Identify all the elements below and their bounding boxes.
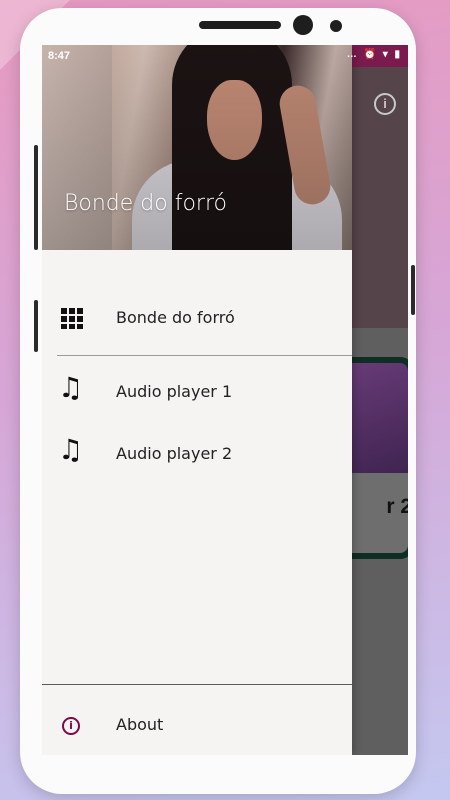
drawer-item-audio-player-1[interactable]: ♫ Audio player 1 (42, 362, 352, 422)
drawer-footer-divider (42, 684, 352, 685)
music-note-icon: ♫ (58, 433, 84, 466)
phone-side-button (34, 300, 38, 352)
drawer-header: Bonde do forró (42, 45, 352, 250)
phone-speaker (199, 21, 281, 29)
phone-volume-button (34, 145, 38, 250)
drawer-item-about[interactable]: i About (42, 695, 352, 755)
phone-front-camera (293, 15, 313, 35)
drawer-item-audio-player-2[interactable]: ♫ Audio player 2 (42, 424, 352, 484)
drawer-divider (57, 355, 352, 356)
drawer-item-label: Audio player 1 (116, 382, 233, 401)
phone-power-button (411, 265, 415, 315)
status-icons: … ⏰ ▾ ▮ (346, 49, 402, 60)
status-bar: 8:47 … ⏰ ▾ ▮ (42, 45, 408, 67)
drawer-header-title: Bonde do forró (64, 191, 227, 216)
drawer-item-label: About (116, 715, 164, 734)
status-time: 8:47 (48, 50, 71, 62)
music-note-icon: ♫ (58, 371, 84, 404)
drawer-item-bonde-do-forro[interactable]: Bonde do forró (42, 288, 352, 348)
header-photo-shade (42, 45, 352, 250)
navigation-drawer: Bonde do forró 8:47 … ⏰ ▾ ▮ Bonde do for… (42, 45, 400, 755)
info-icon[interactable]: i (374, 93, 396, 115)
drawer-item-label: Audio player 2 (116, 444, 233, 463)
grid-icon (61, 308, 83, 329)
app-screen: i r 2 Bonde do forró 8:47 … ⏰ ▾ ▮ (42, 45, 408, 755)
drawer-item-label: Bonde do forró (116, 308, 235, 327)
info-icon: i (62, 717, 80, 735)
phone-sensor (330, 20, 342, 32)
